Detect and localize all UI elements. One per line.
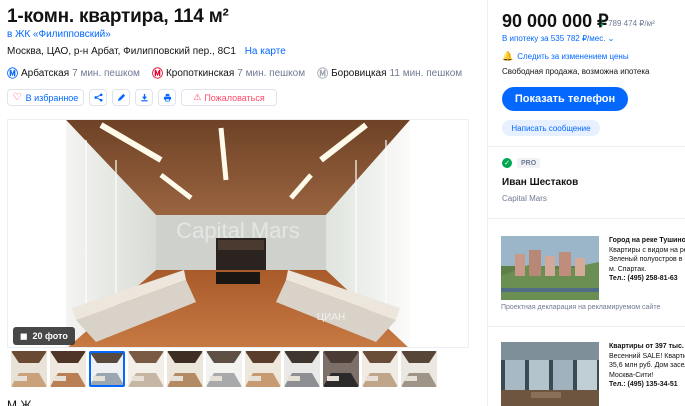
ad-banner[interactable]: Город на реке Тушино-2 Квартиры с видом … (488, 236, 685, 302)
listing-main: 1-комн. квартира, 114 м² в ЖК «Филипповс… (0, 0, 480, 406)
camera-icon: ◼ (20, 330, 28, 341)
price: 90 000 000 ₽ (502, 11, 609, 31)
photo-count-label: 20 фото (32, 331, 68, 341)
divider (488, 146, 685, 147)
photo-thumbnail[interactable] (206, 351, 242, 387)
divider (488, 326, 685, 327)
photo-thumbnail[interactable] (89, 351, 125, 387)
thumbnail-strip (11, 351, 437, 387)
photo-thumbnail[interactable] (284, 351, 320, 387)
address-text: Москва, ЦАО, р-н Арбат, Филипповский пер… (7, 46, 236, 57)
metro-item: Ⓜ Боровицкая 11 мин. пешком (317, 65, 462, 81)
photo-count-badge[interactable]: ◼ 20 фото (13, 327, 75, 345)
metro-walk-time: 7 мин. пешком (72, 67, 140, 79)
metro-icon: Ⓜ (151, 68, 163, 80)
metro-list: Ⓜ Арбатская 7 мин. пешком Ⓜ Кропоткинска… (7, 65, 462, 81)
metro-walk-time: 7 мин. пешком (237, 67, 306, 79)
ad-phone: Тел.: (495) 135-34-51 (609, 381, 678, 388)
ad-title: Квартиры от 397 тыс. р (609, 343, 685, 350)
verified-check-icon: ✓ (502, 158, 512, 168)
ad-disclaimer: Проектная декларация на рекламируемом са… (501, 304, 661, 311)
ad-line: Москва-Сити! (609, 371, 654, 379)
edit-button[interactable] (112, 89, 130, 106)
metro-icon: Ⓜ (7, 68, 18, 80)
sale-type: Свободная продажа, возможна ипотека (502, 67, 650, 76)
photo-thumbnail[interactable] (11, 351, 47, 387)
metro-item: Ⓜ Арбатская 7 мин. пешком (7, 65, 140, 81)
print-icon (163, 93, 171, 102)
photo-thumbnail[interactable] (245, 351, 281, 387)
photo-gallery[interactable]: Capital Mars ЦИАН ◼ 20 фото (7, 119, 469, 348)
metro-item: Ⓜ Кропоткинская 7 мин. пешком (152, 65, 305, 81)
photo-thumbnail[interactable] (128, 351, 164, 387)
metro-walk-time: 11 мин. пешком (389, 67, 463, 79)
photo-watermark: Capital Mars (176, 218, 299, 243)
price-down-arrow-icon: 🠗 (600, 18, 604, 28)
share-button[interactable] (89, 89, 107, 106)
complain-button[interactable]: ⚠ Пожаловаться (181, 89, 277, 106)
share-icon (93, 93, 103, 102)
main-photo[interactable]: Capital Mars ЦИАН (66, 120, 410, 347)
ad-phone: Тел.: (495) 258-81-63 (609, 275, 678, 282)
pencil-icon (117, 93, 125, 102)
ad-title: Город на реке Тушино-2 (609, 237, 685, 244)
ad-line: Весенний SALE! Квартир (609, 352, 685, 360)
agent-name[interactable]: Иван Шестаков (502, 177, 578, 188)
favorite-label: В избранное (25, 92, 79, 103)
download-button[interactable] (135, 89, 153, 106)
photo-thumbnail[interactable] (167, 351, 203, 387)
address: Москва, ЦАО, р-н Арбат, Филипповский пер… (7, 46, 286, 57)
map-link[interactable]: На карте (245, 46, 286, 57)
favorite-button[interactable]: ♡ В избранное (7, 89, 84, 106)
metro-icon: Ⓜ (317, 68, 329, 80)
divider (488, 218, 685, 219)
warning-icon: ⚠ (193, 92, 202, 102)
heart-icon: ♡ (12, 92, 22, 103)
complain-label: Пожаловаться (204, 92, 265, 103)
ad-line: 35,6 млн руб. Дом засел (609, 362, 685, 369)
download-icon (140, 93, 148, 102)
write-message-button[interactable]: Написать сообщение (502, 120, 600, 136)
page-title: 1-комн. квартира, 114 м² (7, 6, 229, 27)
ad-image[interactable] (501, 342, 599, 406)
follow-price-link[interactable]: 🔔 Следить за изменением цены (502, 51, 629, 62)
ad-text: Квартиры от 397 тыс. р Весенний SALE! Кв… (609, 342, 685, 390)
agency-name[interactable]: Capital Mars (502, 194, 547, 203)
pro-badge: PRO (517, 158, 541, 168)
complex-link[interactable]: в ЖК «Филипповский» (7, 29, 111, 40)
bell-icon: 🔔 (502, 51, 514, 61)
ad-line: м. Спартак. (609, 265, 647, 273)
follow-price-label: Следить за изменением цены (517, 52, 629, 61)
metro-station[interactable]: Кропоткинская (166, 68, 234, 79)
ad-image[interactable] (501, 236, 599, 300)
photo-thumbnail[interactable] (323, 351, 359, 387)
offer-sidebar: 90 000 000 ₽ 🠗 789 474 ₽/м² В ипотеку за… (487, 0, 685, 406)
listing-actions: ♡ В избранное ⚠ Пожаловаться (7, 89, 277, 106)
ad-line: Зеленый полуостров в М (609, 256, 685, 263)
print-button[interactable] (158, 89, 176, 106)
show-phone-button[interactable]: Показать телефон (502, 87, 628, 111)
metro-station[interactable]: Боровицкая (331, 68, 386, 79)
ad-text: Город на реке Тушино-2 Квартиры с видом … (609, 236, 685, 284)
price-per-m2-value: 789 474 ₽/м² (608, 19, 655, 28)
photo-thumbnail[interactable] (50, 351, 86, 387)
chevron-down-icon: ⌄ (607, 34, 615, 43)
description-cut: М Ж (7, 398, 32, 406)
cian-watermark: ЦИАН (317, 312, 345, 323)
mortgage-link[interactable]: В ипотеку за 535 782 ₽/мес. ⌄ (502, 34, 614, 43)
mortgage-text: В ипотеку за 535 782 ₽/мес. (502, 34, 606, 43)
photo-thumbnail[interactable] (401, 351, 437, 387)
photo-thumbnail[interactable] (362, 351, 398, 387)
ad-banner[interactable]: Квартиры от 397 тыс. р Весенний SALE! Кв… (488, 342, 685, 406)
price-per-m2[interactable]: 🠗 789 474 ₽/м² (600, 16, 655, 32)
metro-station[interactable]: Арбатская (21, 68, 69, 79)
ad-line: Квартиры с видом на ре (609, 246, 685, 254)
